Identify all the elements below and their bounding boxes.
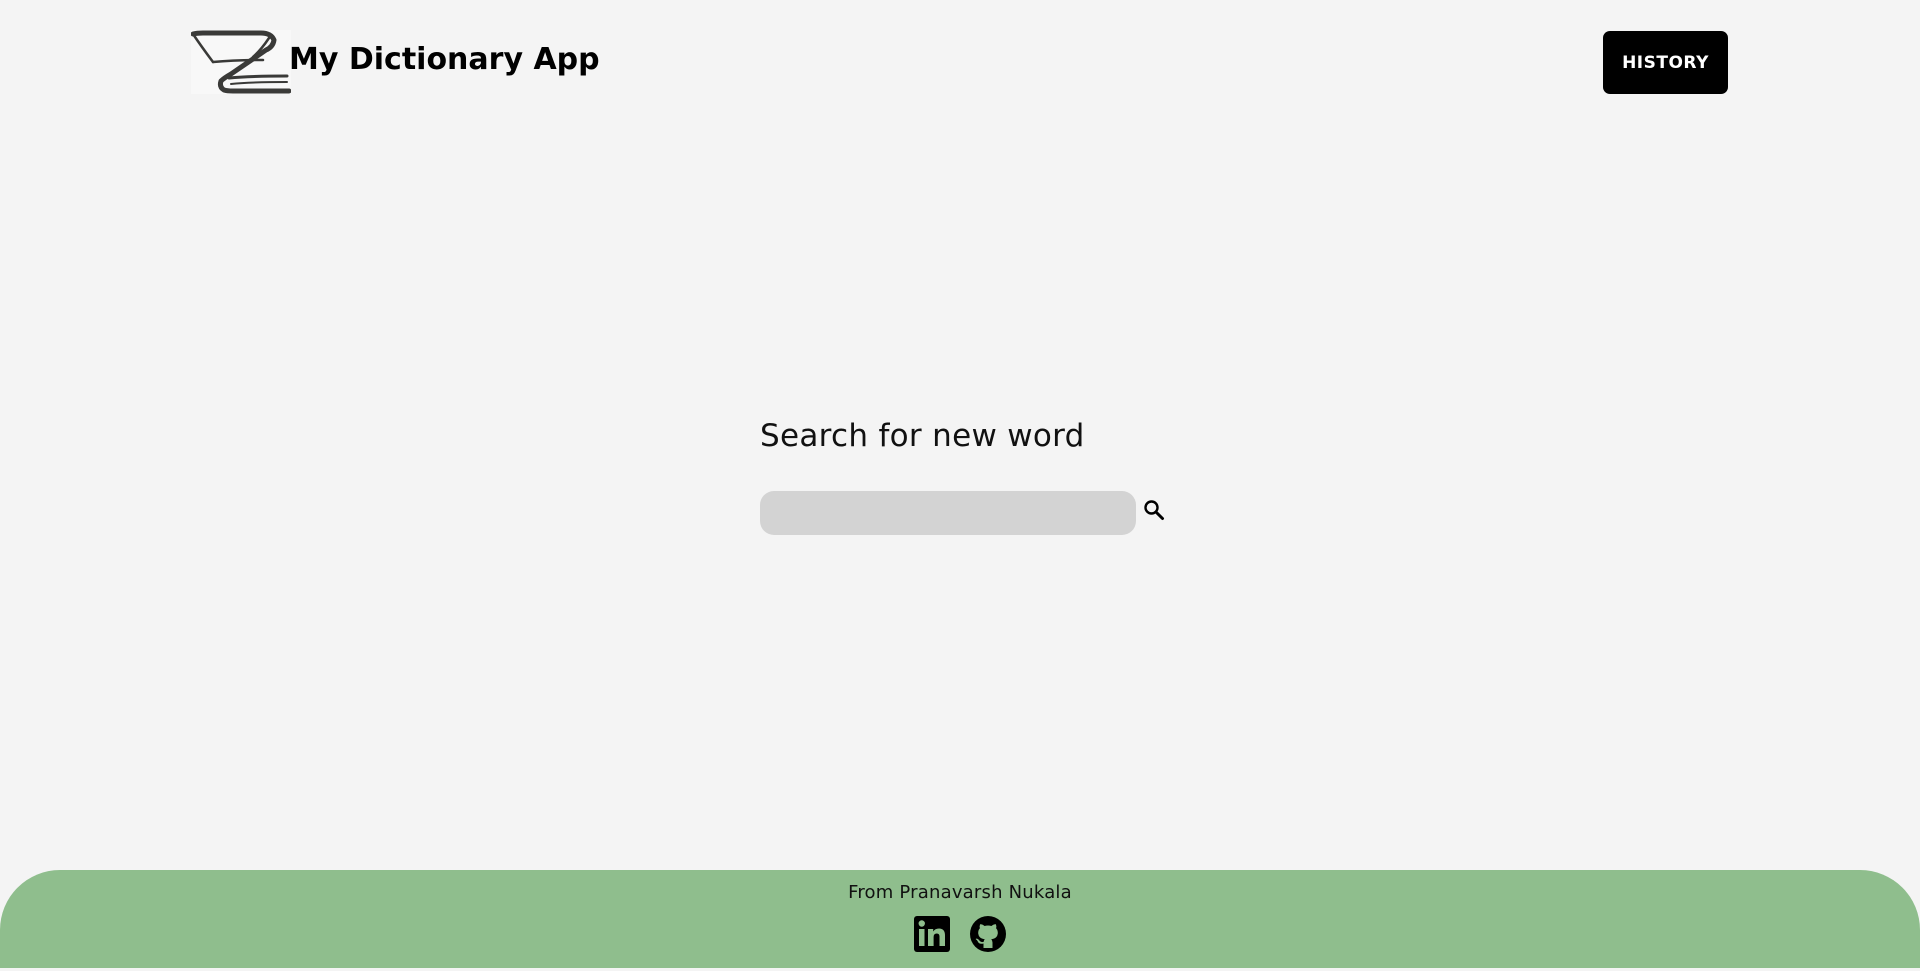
magnifier-icon[interactable] — [1140, 496, 1168, 524]
history-button[interactable]: HISTORY — [1603, 31, 1728, 94]
header: My Dictionary App — [191, 30, 600, 94]
social-links — [0, 915, 1920, 953]
book-logo-icon — [191, 30, 291, 94]
search-row — [760, 491, 1168, 535]
search-input[interactable] — [760, 491, 1136, 535]
footer: From Pranavarsh Nukala — [0, 870, 1920, 971]
page: My Dictionary App HISTORY Search for new… — [0, 0, 1920, 971]
github-icon[interactable] — [969, 915, 1007, 953]
app-title: My Dictionary App — [289, 41, 600, 77]
search-section: Search for new word — [760, 418, 1164, 535]
linkedin-icon[interactable] — [913, 915, 951, 953]
search-heading: Search for new word — [760, 418, 1085, 454]
footer-credit: From Pranavarsh Nukala — [848, 882, 1072, 903]
